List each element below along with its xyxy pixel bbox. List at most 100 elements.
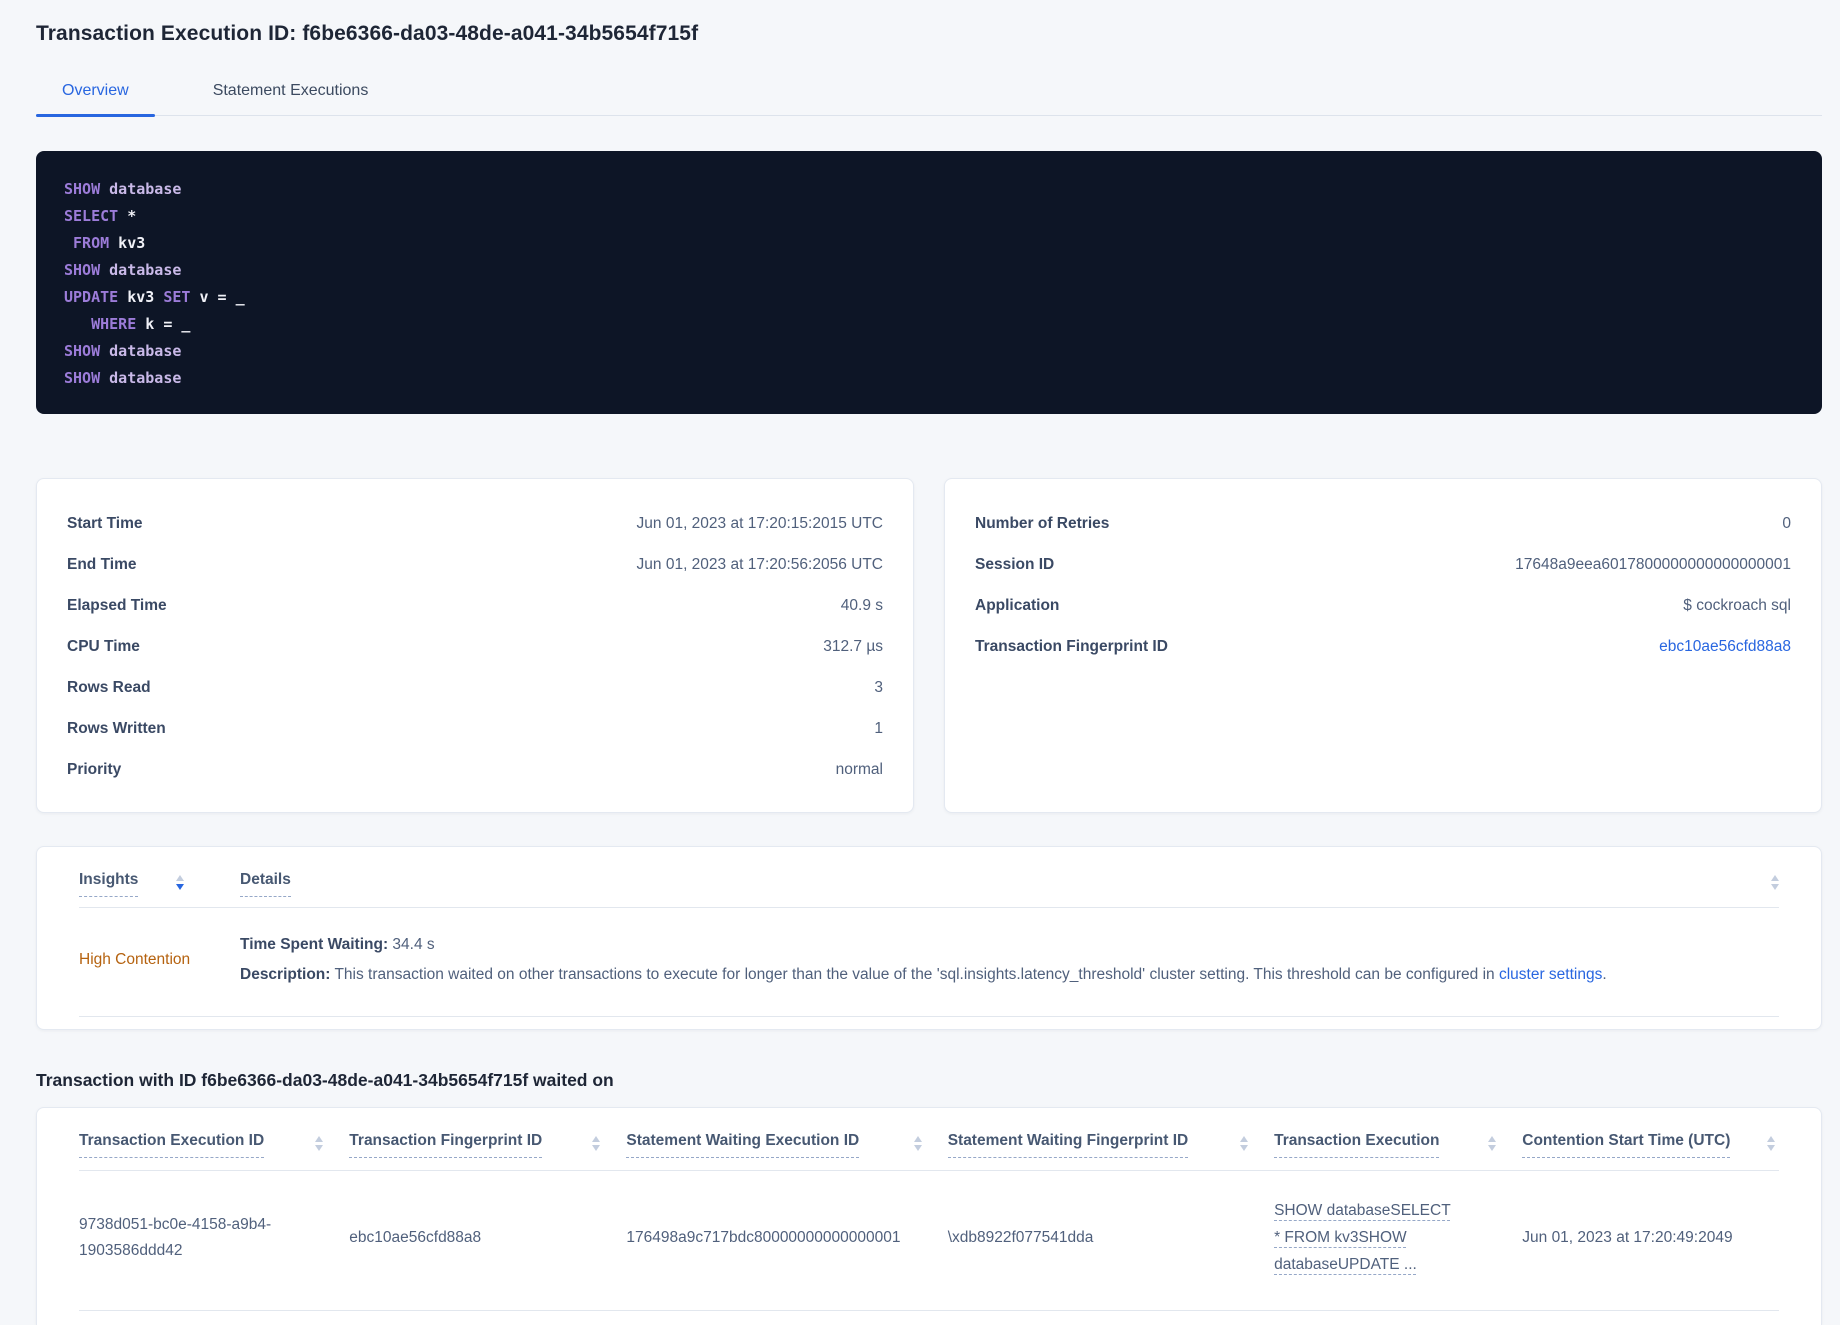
transaction-fingerprint-link[interactable]: ebc10ae56cfd88a8 xyxy=(1659,638,1791,656)
summary-card-right: Number of Retries 0 Session ID 17648a9ee… xyxy=(944,478,1822,813)
column-header-statement-waiting-fingerprint-id[interactable]: Statement Waiting Fingerprint ID xyxy=(947,1132,1274,1158)
tab-overview[interactable]: Overview xyxy=(36,72,155,117)
waited-on-table-card: Transaction Execution ID Transaction Fin… xyxy=(36,1107,1822,1325)
sql-line: WHERE k = _ xyxy=(64,311,1794,338)
sql-token: database xyxy=(100,180,182,198)
sql-token: SET xyxy=(154,288,191,306)
sql-token: SELECT xyxy=(64,207,119,225)
summary-row-transaction-fingerprint-id: Transaction Fingerprint ID ebc10ae56cfd8… xyxy=(975,626,1791,667)
summary-row-elapsed-time: Elapsed Time 40.9 s xyxy=(67,585,883,626)
sql-statements-box: SHOW database SELECT * FROM kv3 SHOW datab… xyxy=(36,151,1822,414)
column-header-transaction-fingerprint-id[interactable]: Transaction Fingerprint ID xyxy=(349,1132,626,1158)
description-text: This transaction waited on other transac… xyxy=(330,966,1499,983)
sort-icon[interactable] xyxy=(1771,875,1779,890)
column-label: Contention Start Time (UTC) xyxy=(1522,1132,1731,1158)
tab-bar: Overview Statement Executions xyxy=(36,72,1822,117)
waited-on-section-title: Transaction with ID f6be6366-da03-48de-a… xyxy=(36,1070,614,1090)
tab-statement-executions[interactable]: Statement Executions xyxy=(187,72,395,115)
sort-icon[interactable] xyxy=(1488,1136,1497,1151)
column-header-contention-start-time[interactable]: Contention Start Time (UTC) xyxy=(1522,1132,1779,1158)
time-spent-waiting-label: Time Spent Waiting: xyxy=(240,936,389,953)
sql-token: kv3 xyxy=(118,288,155,306)
summary-value: 3 xyxy=(874,678,883,696)
summary-row-number-of-retries: Number of Retries 0 xyxy=(975,503,1791,544)
summary-value: normal xyxy=(835,760,883,778)
summary-label: CPU Time xyxy=(67,637,140,655)
sort-icon[interactable] xyxy=(913,1136,922,1151)
summary-label: Priority xyxy=(67,760,122,778)
sort-icon[interactable] xyxy=(315,1136,324,1151)
cell-contention-start-time: Jun 01, 2023 at 17:20:49:2049 xyxy=(1522,1228,1733,1246)
sql-token: UPDATE xyxy=(64,288,119,306)
sort-descending-icon[interactable] xyxy=(176,875,185,890)
sql-token: v = _ xyxy=(190,288,245,306)
insights-table-card: Insights Details High Contention Time Sp… xyxy=(36,846,1822,1030)
page-title: Transaction Execution ID: f6be6366-da03-… xyxy=(36,22,699,45)
insight-type-badge: High Contention xyxy=(79,951,191,968)
sql-token: database xyxy=(100,342,182,360)
column-header-transaction-execution[interactable]: Transaction Execution xyxy=(1274,1132,1522,1158)
column-header-statement-waiting-execution-id[interactable]: Statement Waiting Execution ID xyxy=(626,1132,947,1158)
transaction-execution-statements-link[interactable]: SHOW databaseSELECT * FROM kv3SHOW datab… xyxy=(1274,1197,1452,1278)
time-spent-waiting-value: 34.4 s xyxy=(388,936,435,953)
time-spent-waiting-line: Time Spent Waiting: 34.4 s xyxy=(240,932,1779,958)
insights-column-header[interactable]: Insights xyxy=(79,871,240,897)
summary-value: Jun 01, 2023 at 17:20:56:2056 UTC xyxy=(636,555,883,573)
cell-transaction-execution-id: 9738d051-bc0e-4158-a9b4-1903586ddd42 xyxy=(79,1215,272,1259)
sql-token: SHOW xyxy=(64,369,101,387)
details-header-label: Details xyxy=(240,871,291,897)
column-label: Transaction Fingerprint ID xyxy=(349,1132,543,1158)
insights-header-label: Insights xyxy=(79,871,139,897)
description-period: . xyxy=(1602,966,1607,983)
sql-token: database xyxy=(100,261,182,279)
sql-line: SHOW database xyxy=(64,257,1794,284)
summary-value: 40.9 s xyxy=(840,596,883,614)
summary-value: Jun 01, 2023 at 17:20:15:2015 UTC xyxy=(636,514,883,532)
summary-value: 17648a9eea6017800000000000000001 xyxy=(1515,555,1791,573)
sort-icon[interactable] xyxy=(1767,1136,1775,1151)
summary-label: Session ID xyxy=(975,555,1055,573)
summary-row-session-id: Session ID 17648a9eea6017800000000000000… xyxy=(975,544,1791,585)
details-column-header[interactable]: Details xyxy=(240,871,1779,897)
column-label: Statement Waiting Fingerprint ID xyxy=(947,1132,1189,1158)
cluster-settings-link[interactable]: cluster settings xyxy=(1499,966,1602,983)
summary-row-end-time: End Time Jun 01, 2023 at 17:20:56:2056 U… xyxy=(67,544,883,585)
summary-card-left: Start Time Jun 01, 2023 at 17:20:15:2015… xyxy=(36,478,914,813)
sql-token: SHOW xyxy=(64,261,101,279)
column-header-transaction-execution-id[interactable]: Transaction Execution ID xyxy=(79,1132,349,1158)
sort-icon[interactable] xyxy=(1240,1136,1249,1151)
sql-line: SHOW database xyxy=(64,365,1794,392)
sql-token: k = _ xyxy=(136,315,191,333)
insights-table-header: Insights Details xyxy=(79,847,1779,908)
summary-row-rows-read: Rows Read 3 xyxy=(67,667,883,708)
sql-token: database xyxy=(100,369,182,387)
summary-label: End Time xyxy=(67,555,137,573)
summary-label: Number of Retries xyxy=(975,514,1110,532)
cell-statement-waiting-fingerprint-id: \xdb8922f077541dda xyxy=(947,1228,1094,1246)
summary-label: Rows Written xyxy=(67,719,166,737)
sql-token: SHOW xyxy=(64,180,101,198)
sql-line: SELECT * xyxy=(64,203,1794,230)
sql-token: kv3 xyxy=(109,234,146,252)
summary-label: Elapsed Time xyxy=(67,596,167,614)
summary-label: Application xyxy=(975,596,1060,614)
summary-label: Rows Read xyxy=(67,678,151,696)
sql-line: UPDATE kv3 SET v = _ xyxy=(64,284,1794,311)
summary-label: Transaction Fingerprint ID xyxy=(975,637,1168,655)
summary-value: 0 xyxy=(1782,514,1791,532)
summary-value: $ cockroach sql xyxy=(1683,596,1791,614)
insight-row: High Contention Time Spent Waiting: 34.4… xyxy=(79,908,1779,1017)
insight-details-cell: Time Spent Waiting: 34.4 s Description: … xyxy=(240,932,1779,988)
sql-line: SHOW database xyxy=(64,176,1794,203)
summary-row-rows-written: Rows Written 1 xyxy=(67,708,883,749)
sql-token: * xyxy=(118,207,137,225)
cell-transaction-execution: SHOW databaseSELECT * FROM kv3SHOW datab… xyxy=(1274,1197,1522,1278)
column-label: Transaction Execution xyxy=(1274,1132,1440,1158)
description-line: Description: This transaction waited on … xyxy=(240,962,1779,988)
summary-row-cpu-time: CPU Time 312.7 µs xyxy=(67,626,883,667)
sort-icon[interactable] xyxy=(592,1136,601,1151)
summary-label: Start Time xyxy=(67,514,143,532)
sql-line: SHOW database xyxy=(64,338,1794,365)
cell-transaction-fingerprint-id: ebc10ae56cfd88a8 xyxy=(349,1228,482,1246)
summary-value: 312.7 µs xyxy=(823,637,883,655)
